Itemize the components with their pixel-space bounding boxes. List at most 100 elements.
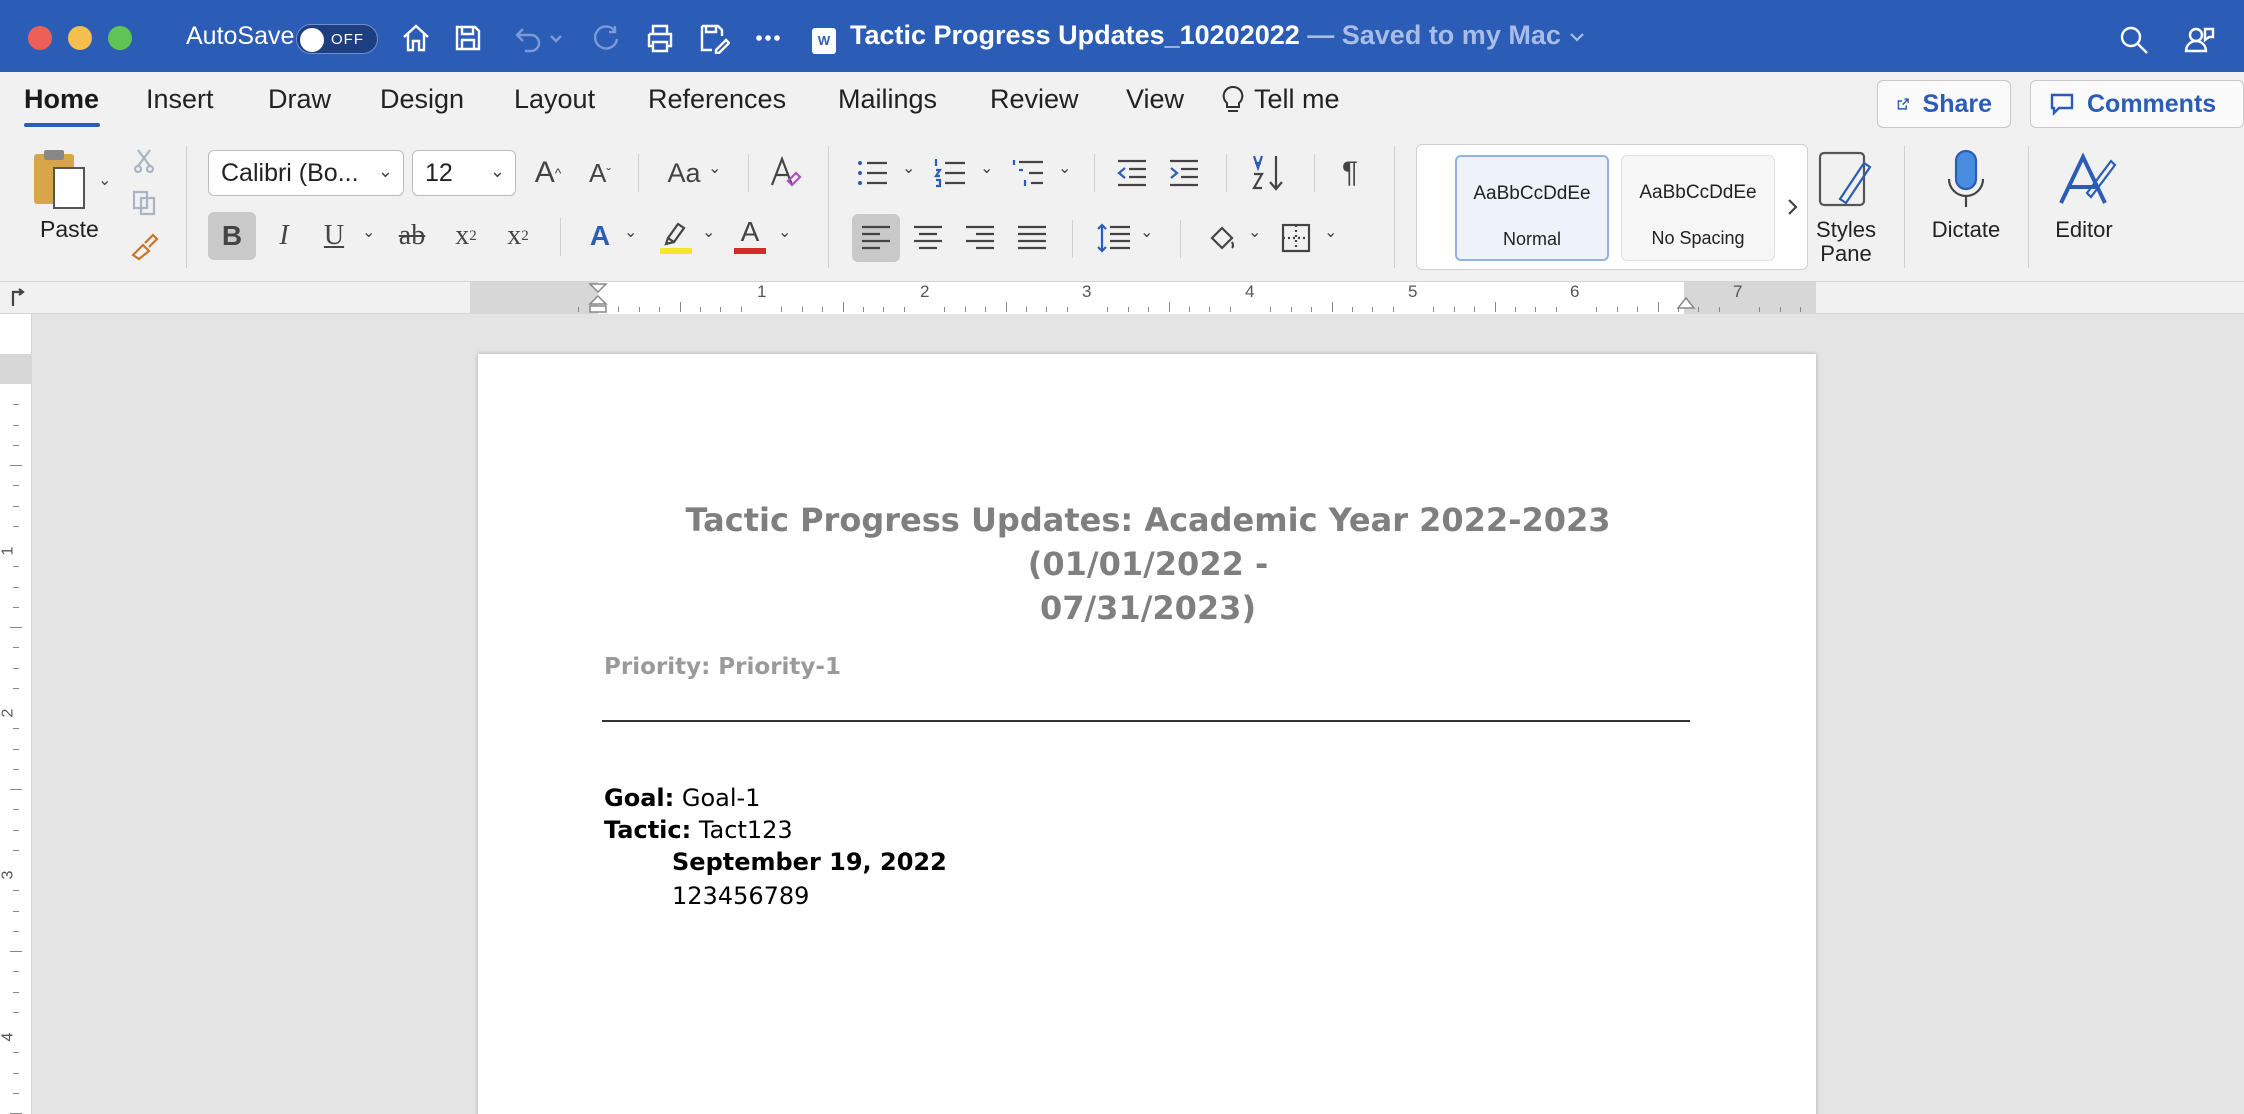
text-effects-button[interactable]: A xyxy=(576,212,624,260)
tab-home[interactable]: Home xyxy=(24,84,99,115)
sort-icon[interactable] xyxy=(1244,148,1292,198)
vruler-tick xyxy=(13,1072,19,1074)
print-icon[interactable] xyxy=(640,18,680,58)
multilevel-list-icon[interactable] xyxy=(1008,150,1048,196)
minimize-window-button[interactable] xyxy=(68,26,92,50)
tab-view[interactable]: View xyxy=(1126,84,1184,115)
editor-icon[interactable] xyxy=(2052,146,2118,212)
strikethrough-button[interactable]: ab xyxy=(388,212,436,260)
grow-font-button[interactable]: A ^ xyxy=(528,150,568,196)
styles-next-chevron-icon[interactable] xyxy=(1781,189,1805,225)
bullets-icon[interactable] xyxy=(852,150,892,196)
borders-icon[interactable] xyxy=(1272,214,1320,262)
entry-date[interactable]: September 19, 2022 xyxy=(672,848,947,876)
goal-line[interactable]: Goal: Goal-1 xyxy=(604,784,760,812)
borders-dropdown-icon[interactable]: ⌄ xyxy=(1324,222,1337,242)
save-as-edit-icon[interactable] xyxy=(694,18,734,58)
copy-icon[interactable] xyxy=(130,188,158,218)
microphone-icon[interactable] xyxy=(1936,146,1996,212)
styles-pane-label[interactable]: Styles Pane xyxy=(1806,218,1886,266)
close-window-button[interactable] xyxy=(28,26,52,50)
superscript-button[interactable]: x2 xyxy=(494,212,542,260)
account-icon[interactable] xyxy=(2180,20,2220,60)
dictate-label[interactable]: Dictate xyxy=(1920,218,2012,242)
comments-button[interactable]: Comments xyxy=(2030,80,2244,128)
ruler-number: 7 xyxy=(1733,282,1743,301)
home-icon[interactable] xyxy=(396,18,436,58)
autosave-toggle[interactable]: OFF xyxy=(296,24,378,54)
numbering-dropdown-icon[interactable]: ⌄ xyxy=(980,158,993,178)
tab-draw[interactable]: Draw xyxy=(268,84,331,115)
paste-button[interactable] xyxy=(28,146,92,212)
editor-label[interactable]: Editor xyxy=(2040,218,2128,242)
line-spacing-icon[interactable] xyxy=(1090,214,1138,262)
tactic-line[interactable]: Tactic: Tact123 xyxy=(604,816,793,844)
format-painter-icon[interactable] xyxy=(128,230,160,262)
tab-mailings[interactable]: Mailings xyxy=(838,84,937,115)
style-no-spacing[interactable]: AaBbCcDdEe No Spacing xyxy=(1621,155,1775,261)
align-right-icon[interactable] xyxy=(956,214,1004,262)
align-center-icon[interactable] xyxy=(904,214,952,262)
numbering-icon[interactable] xyxy=(930,150,970,196)
change-case-dropdown-icon[interactable]: ⌄ xyxy=(708,158,721,178)
horizontal-ruler[interactable]: 1 2 3 4 5 6 7 xyxy=(470,282,1816,314)
save-icon[interactable] xyxy=(448,18,488,58)
underline-button[interactable]: U xyxy=(310,212,358,260)
italic-button[interactable]: I xyxy=(260,212,308,260)
undo-icon[interactable] xyxy=(508,18,548,58)
highlight-button[interactable] xyxy=(652,212,700,260)
font-size-select[interactable]: 12 ⌄ xyxy=(412,150,516,196)
show-formatting-marks-button[interactable]: ¶ xyxy=(1330,150,1370,196)
undo-dropdown-icon[interactable] xyxy=(544,18,568,58)
tab-review[interactable]: Review xyxy=(990,84,1079,115)
tab-design[interactable]: Design xyxy=(380,84,464,115)
subscript-button[interactable]: x2 xyxy=(442,212,490,260)
font-name-value: Calibri (Bo... xyxy=(221,159,359,187)
tell-me-search[interactable]: Tell me xyxy=(1222,84,1340,115)
cut-icon[interactable] xyxy=(130,146,158,176)
font-name-select[interactable]: Calibri (Bo... ⌄ xyxy=(208,150,404,196)
justify-icon[interactable] xyxy=(1008,214,1056,262)
bullets-dropdown-icon[interactable]: ⌄ xyxy=(902,158,915,178)
zoom-window-button[interactable] xyxy=(108,26,132,50)
priority-line[interactable]: Priority: Priority-1 xyxy=(604,654,841,680)
highlight-dropdown-icon[interactable]: ⌄ xyxy=(702,222,715,242)
paste-dropdown-icon[interactable]: ⌄ xyxy=(98,170,111,190)
ruler-tick xyxy=(1800,307,1802,312)
align-left-icon[interactable] xyxy=(852,214,900,262)
increase-indent-icon[interactable] xyxy=(1164,150,1204,196)
document-page[interactable]: Tactic Progress Updates: Academic Year 2… xyxy=(478,354,1816,1114)
tab-references[interactable]: References xyxy=(648,84,786,115)
font-color-dropdown-icon[interactable]: ⌄ xyxy=(778,222,791,242)
left-indent-marker[interactable] xyxy=(588,282,608,314)
document-title[interactable]: Tactic Progress Updates_10202022 — Saved… xyxy=(850,20,1586,51)
decrease-indent-icon[interactable] xyxy=(1112,150,1152,196)
ruler-tick xyxy=(699,307,701,312)
tab-insert[interactable]: Insert xyxy=(146,84,214,115)
text-effects-dropdown-icon[interactable]: ⌄ xyxy=(624,222,637,242)
shading-icon[interactable] xyxy=(1198,214,1246,262)
line-spacing-dropdown-icon[interactable]: ⌄ xyxy=(1140,222,1153,242)
more-options-icon[interactable] xyxy=(748,18,788,58)
share-button[interactable]: Share xyxy=(1877,80,2011,128)
search-icon[interactable] xyxy=(2114,20,2154,60)
vertical-ruler[interactable]: 1 2 3 4 xyxy=(0,314,32,1114)
style-normal[interactable]: AaBbCcDdEe Normal xyxy=(1455,155,1609,261)
tab-layout[interactable]: Layout xyxy=(514,84,595,115)
ruler-tick xyxy=(1188,307,1190,312)
right-indent-marker[interactable] xyxy=(1676,294,1696,314)
redo-icon[interactable] xyxy=(586,18,626,58)
vruler-tick xyxy=(13,930,19,932)
underline-dropdown-icon[interactable]: ⌄ xyxy=(362,222,375,242)
change-case-button[interactable]: Aa xyxy=(656,150,712,196)
clear-formatting-icon[interactable] xyxy=(764,150,804,196)
styles-pane-icon[interactable] xyxy=(1814,148,1878,210)
entry-text[interactable]: 123456789 xyxy=(672,882,809,910)
shrink-font-button[interactable]: Aˇ xyxy=(580,150,620,196)
shading-dropdown-icon[interactable]: ⌄ xyxy=(1248,222,1261,242)
document-heading[interactable]: Tactic Progress Updates: Academic Year 2… xyxy=(598,498,1698,630)
multilevel-dropdown-icon[interactable]: ⌄ xyxy=(1058,158,1071,178)
font-color-button[interactable]: A xyxy=(726,212,774,260)
bold-button[interactable]: B xyxy=(208,212,256,260)
tab-stop-selector-icon[interactable] xyxy=(6,286,30,310)
